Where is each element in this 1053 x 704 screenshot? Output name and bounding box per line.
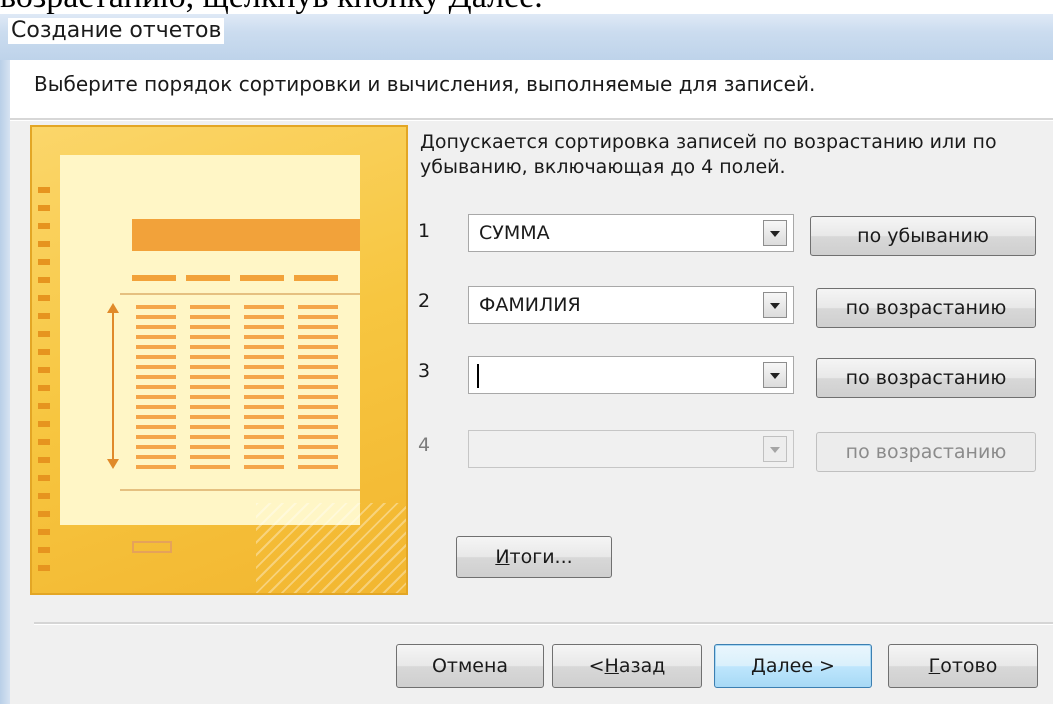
sort-info-text: Допускается сортировка записей по возрас… [420,130,1020,180]
sort-row-number: 1 [418,220,431,242]
sort-order-2-button[interactable]: по возрастанию [816,288,1036,328]
title-bar: Создание отчетов [0,14,1053,60]
sort-field-4-combo [468,430,794,468]
sort-arrow-icon [112,309,114,459]
sort-field-1-combo[interactable]: СУММА [468,214,794,252]
finish-button[interactable]: Готово [888,644,1038,688]
chevron-down-icon[interactable] [763,362,787,388]
footer-divider [34,622,1053,625]
back-button[interactable]: < Назад [552,644,702,688]
chevron-down-icon [763,436,787,462]
sort-field-2-value: ФАМИЛИЯ [479,294,581,316]
sort-order-3-button[interactable]: по возрастанию [816,358,1036,398]
wizard-header: Выберите порядок сортировки и вычисления… [10,60,1053,118]
sort-field-3-combo[interactable] [468,356,794,394]
text-caret [477,364,479,388]
chevron-down-icon[interactable] [763,292,787,318]
sort-order-4-button: по возрастанию [816,432,1036,472]
sort-order-1-button[interactable]: по убыванию [810,216,1036,256]
illustration-page [60,155,360,525]
sort-field-1-value: СУММА [479,222,550,244]
header-divider [10,118,1053,121]
chevron-down-icon[interactable] [763,220,787,246]
window-frame-left [0,60,10,704]
window-title: Создание отчетов [8,18,225,44]
report-illustration [30,125,408,595]
summary-options-button[interactable]: Итоги... [456,536,612,578]
next-button[interactable]: Далее > [714,644,872,688]
info-line-1: Допускается сортировка записей по возрас… [420,131,997,153]
sort-field-2-combo[interactable]: ФАМИЛИЯ [468,286,794,324]
sort-row-number: 2 [418,290,431,312]
info-line-2: убыванию, включающая до 4 полей. [420,156,786,178]
cancel-button[interactable]: Отмена [396,644,544,688]
sort-row-number: 4 [418,434,431,456]
wizard-prompt: Выберите порядок сортировки и вычисления… [34,72,816,96]
sort-row-number: 3 [418,360,431,382]
report-wizard-window: Создание отчетов Выберите порядок сортир… [0,0,1053,704]
wizard-client-area: Выберите порядок сортировки и вычисления… [10,60,1053,704]
